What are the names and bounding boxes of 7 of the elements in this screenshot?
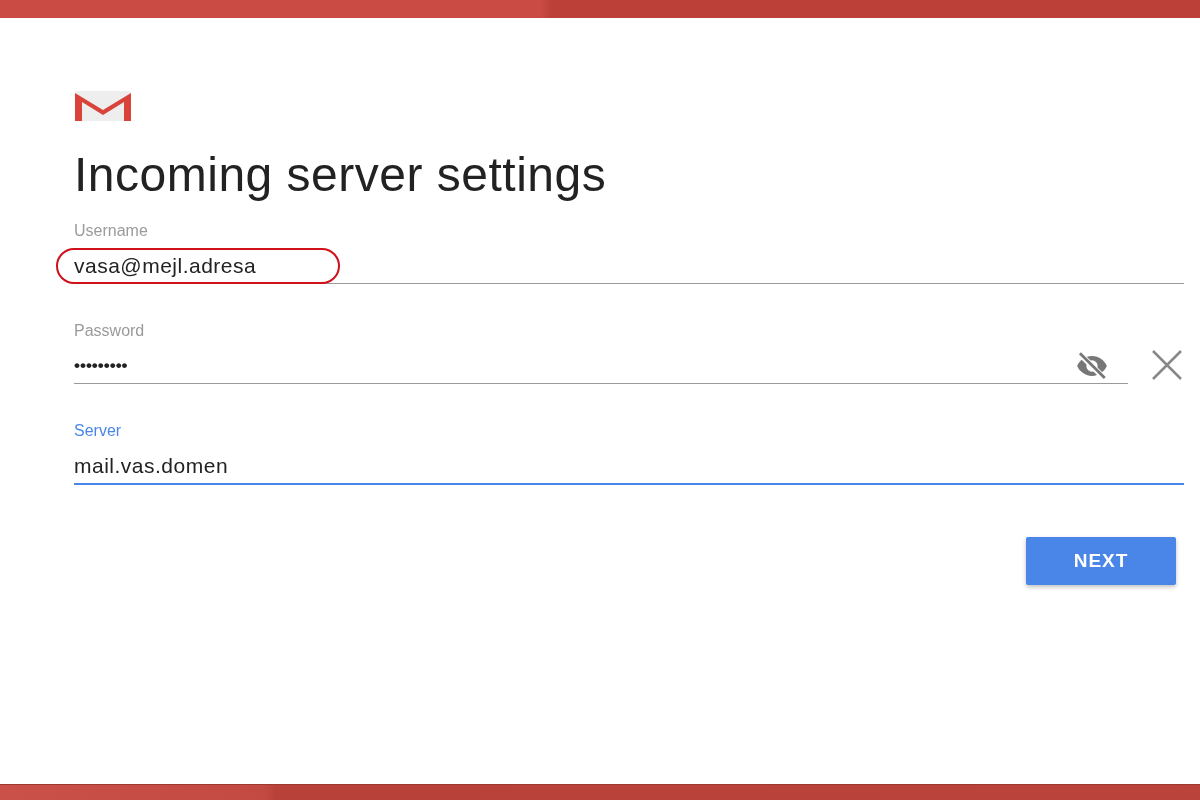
input-field[interactable]: Server mail.vas.domen [74,417,1184,485]
page-title: Incoming server settings [74,147,608,203]
mail-logo-icon [74,90,132,122]
close-icon[interactable] [1150,347,1184,382]
input-field[interactable]: Username vasa@mejl.adresa [74,217,1184,284]
input-field[interactable]: Password ••••••••• [74,317,1128,384]
next-button[interactable]: NEXT [1026,536,1176,585]
